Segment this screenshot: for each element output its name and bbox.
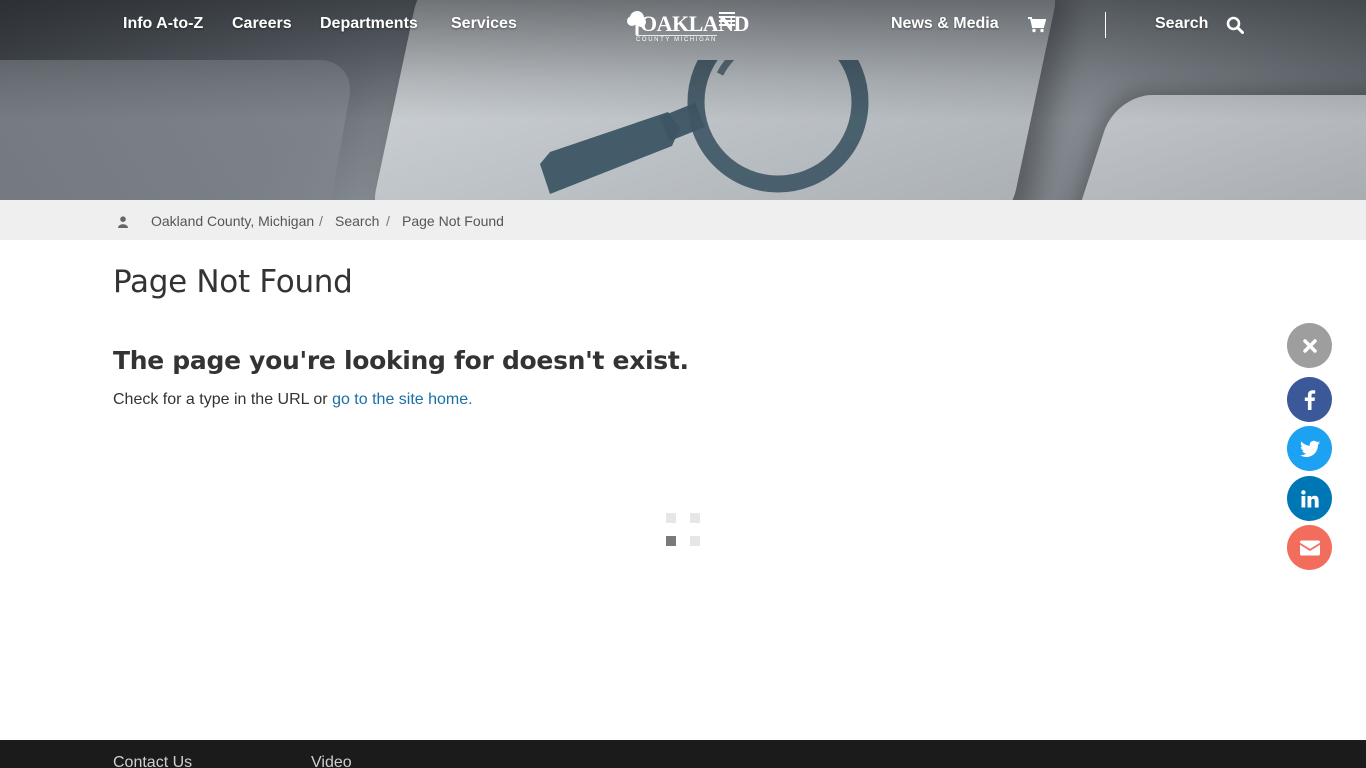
footer-video[interactable]: Video (311, 754, 352, 768)
building-icon (719, 12, 735, 26)
close-icon (1302, 338, 1317, 353)
nav-divider (1105, 12, 1106, 38)
breadcrumb-search[interactable]: Search (335, 213, 379, 229)
nav-departments[interactable]: Departments (320, 15, 418, 33)
error-message: The page you're looking for doesn't exis… (113, 346, 689, 375)
breadcrumb: Oakland County, Michigan / Search / Page… (0, 200, 1366, 240)
shopping-cart-icon[interactable] (1028, 17, 1047, 37)
loading-spinner (666, 513, 700, 547)
loader-dot (690, 536, 700, 546)
nav-info-a-to-z[interactable]: Info A-to-Z (123, 15, 203, 33)
user-icon[interactable] (118, 213, 128, 232)
nav-services[interactable]: Services (451, 15, 517, 33)
share-close-button[interactable] (1287, 323, 1332, 368)
breadcrumb-oakland-county[interactable]: Oakland County, Michigan (151, 213, 314, 229)
page-title: Page Not Found (113, 264, 353, 300)
logo-subtitle: COUNTY MICHIGAN (636, 35, 717, 43)
help-text: Check for a type in the URL or go to the… (113, 391, 473, 409)
breadcrumb-separator: / (386, 213, 390, 229)
footer: Contact Us Video (0, 740, 1366, 768)
nav-news-media[interactable]: News & Media (891, 15, 999, 33)
site-home-link[interactable]: go to the site home. (332, 391, 473, 408)
share-linkedin-button[interactable] (1287, 476, 1332, 521)
magnifying-glass-icon[interactable] (1226, 16, 1244, 38)
loader-dot (690, 513, 700, 523)
top-nav: Info A-to-Z Careers Departments Services… (0, 0, 1366, 52)
email-icon (1299, 540, 1320, 555)
share-twitter-button[interactable] (1287, 426, 1332, 471)
nav-search-label[interactable]: Search (1155, 15, 1208, 33)
breadcrumb-page-not-found: Page Not Found (402, 213, 504, 229)
linkedin-icon (1300, 489, 1319, 507)
footer-contact-us[interactable]: Contact Us (113, 754, 192, 768)
help-text-prefix: Check for a type in the URL or (113, 391, 333, 408)
facebook-icon (1304, 389, 1315, 410)
loader-dot-active (666, 536, 676, 546)
loader-dot (666, 513, 676, 523)
breadcrumb-separator: / (319, 213, 323, 229)
nav-careers[interactable]: Careers (232, 15, 292, 33)
twitter-icon (1299, 440, 1320, 457)
share-facebook-button[interactable] (1287, 377, 1332, 422)
share-email-button[interactable] (1287, 525, 1332, 570)
oakland-county-logo[interactable]: OAKLAND COUNTY MICHIGAN (627, 8, 749, 44)
